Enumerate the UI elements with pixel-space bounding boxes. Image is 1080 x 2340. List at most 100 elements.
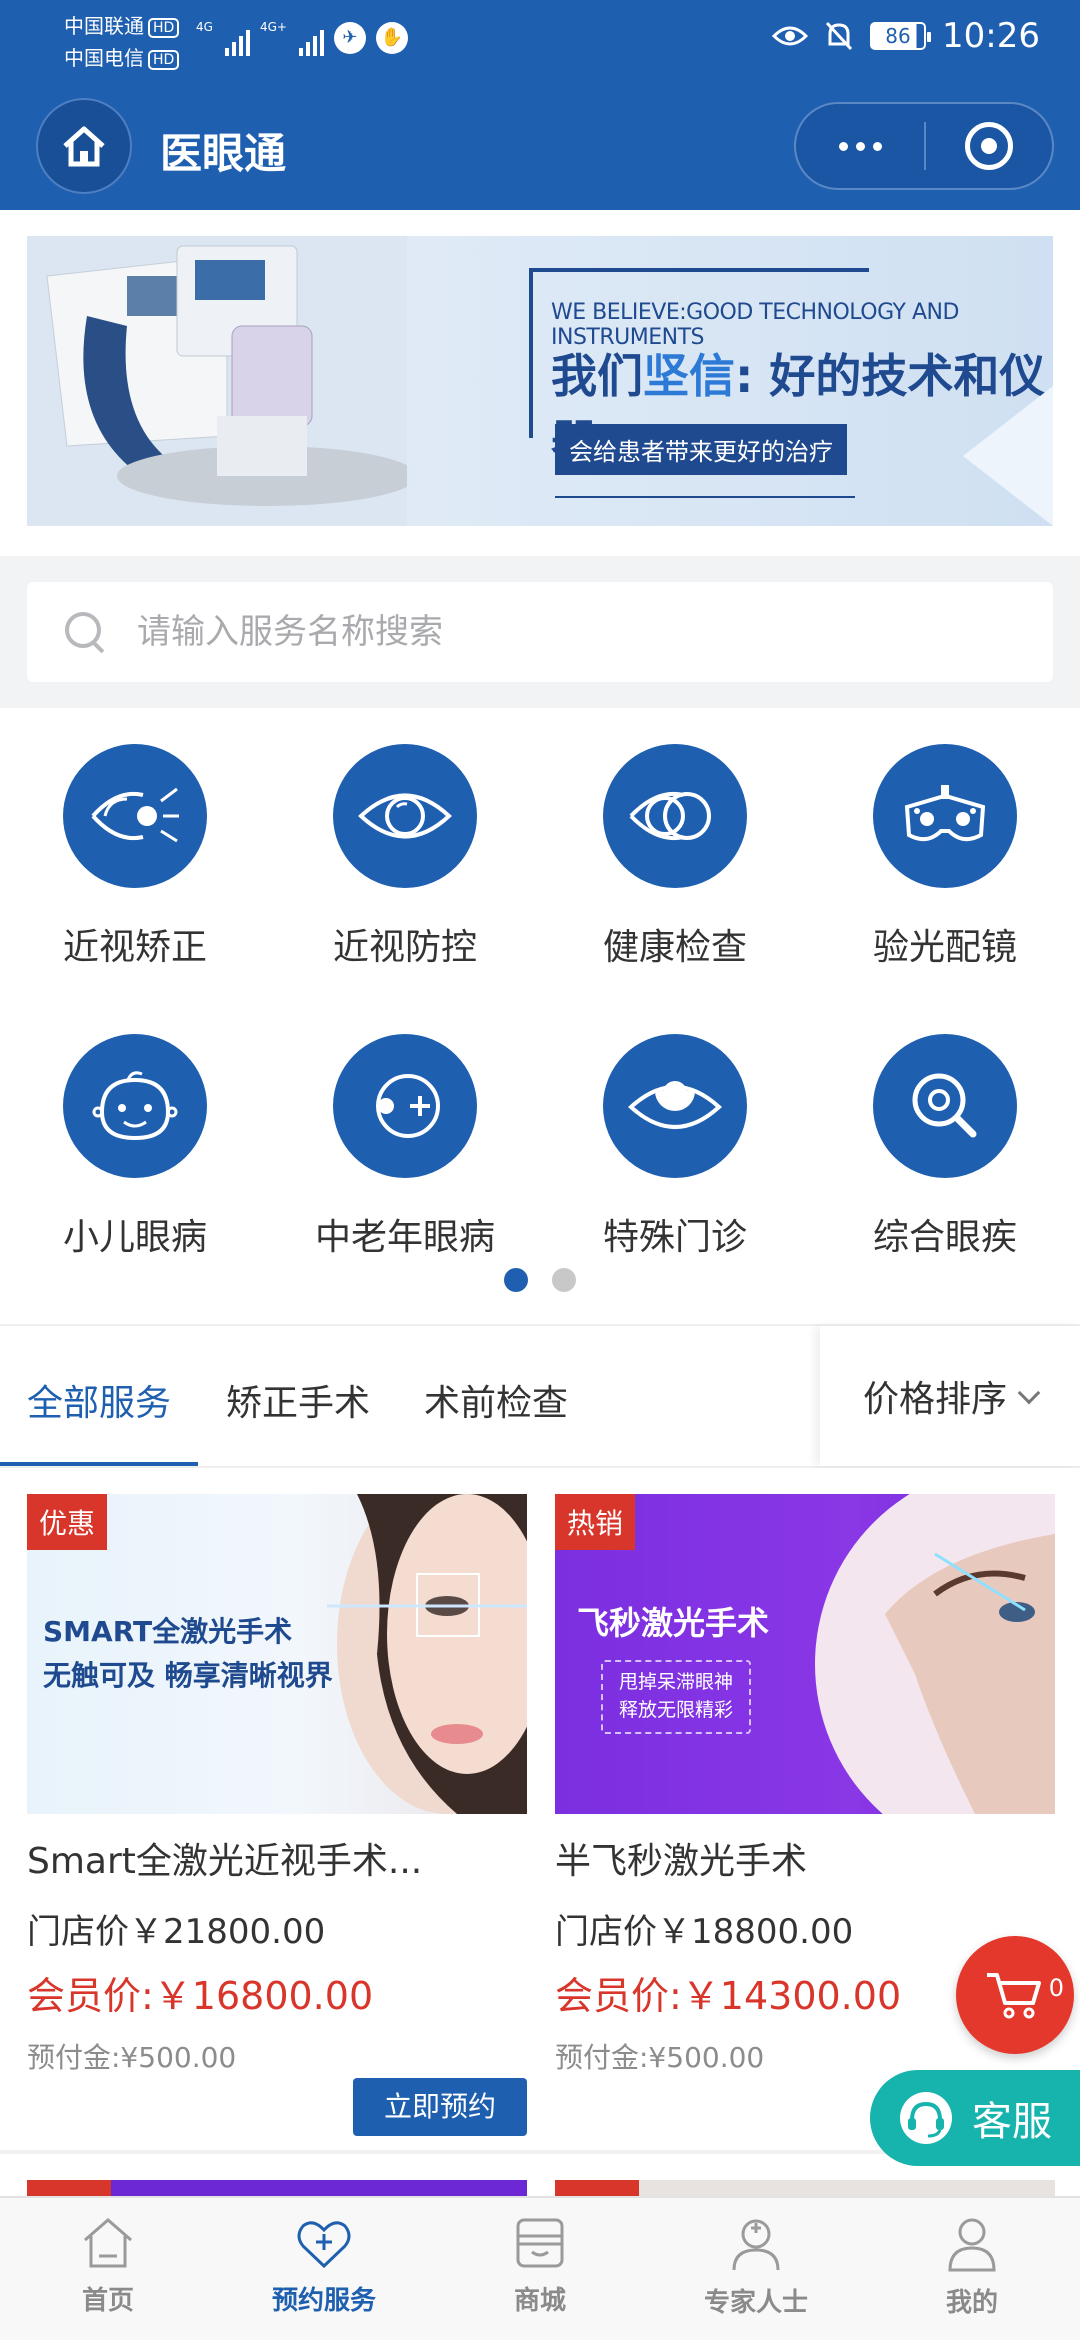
nav-bar: 医眼通 — [0, 82, 1080, 210]
page-title: 医眼通 — [160, 129, 287, 178]
home-button[interactable] — [36, 98, 132, 194]
tab-label: 预约服务 — [271, 2286, 376, 2316]
cart-count: 0 — [1048, 1974, 1064, 2002]
book-now-button[interactable]: 立即预约 — [353, 2078, 527, 2136]
category-label: 近视矫正 — [62, 927, 207, 968]
status-bar: 中国联通 HD 中国电信 HD 4G 4G+ ✈ ✋ 86 10:26 — [0, 0, 1080, 82]
product-image: 飞秒激光手术 甩掉呆滞眼神 释放无限精彩 热销 — [555, 1494, 1055, 1814]
customer-service-button[interactable]: 客服 — [870, 2070, 1080, 2166]
product-name: Smart全激光近视手术... — [27, 1841, 423, 1882]
search-input[interactable] — [137, 612, 937, 652]
phoropter-icon — [873, 744, 1017, 888]
battery-icon: 86 — [870, 22, 932, 50]
close-miniprogram-button[interactable] — [926, 122, 1052, 170]
deposit-amount: 预付金:¥500.00 — [27, 2041, 237, 2074]
banner-decoration — [963, 386, 1053, 526]
tab-mine[interactable]: 我的 — [864, 2198, 1080, 2340]
magnifier-eye-icon — [873, 1034, 1017, 1178]
active-tab-indicator — [0, 1462, 198, 1466]
category-myopia-correction[interactable]: 近视矫正 — [35, 744, 235, 970]
price-sort-dropdown[interactable]: 价格排序 — [820, 1326, 1080, 1466]
tab-label: 商城 — [513, 2286, 566, 2316]
eye-icon — [333, 744, 477, 888]
tab-label: 我的 — [945, 2288, 998, 2318]
system-status: 86 10:26 — [772, 16, 1040, 56]
tab-experts[interactable]: 专家人士 — [648, 2198, 864, 2340]
shop-icon — [516, 2218, 564, 2268]
child-face-icon — [63, 1034, 207, 1178]
tab-label: 专家人士 — [703, 2288, 808, 2318]
signal-icon — [224, 30, 250, 56]
eye-comfort-icon — [772, 26, 809, 46]
product-image-caption: 飞秒激光手术 — [577, 1604, 770, 1642]
page-dot-active[interactable] — [504, 1268, 528, 1292]
slogan-line: 甩掉呆滞眼神 — [618, 1671, 733, 1693]
target-icon — [965, 122, 1013, 170]
user-icon — [948, 2218, 996, 2272]
open-eye-icon — [603, 1034, 747, 1178]
category-myopia-prevention[interactable]: 近视防控 — [305, 744, 505, 970]
network-type-2: 4G+ — [259, 20, 287, 34]
hd-badge: HD — [148, 49, 180, 70]
cart-button[interactable]: 0 — [956, 1936, 1074, 2054]
banner-underline — [555, 496, 855, 498]
category-child-eye[interactable]: 小儿眼病 — [35, 1034, 235, 1260]
category-label: 特殊门诊 — [602, 1217, 747, 1258]
category-label: 验光配镜 — [872, 927, 1017, 968]
category-special-clinic[interactable]: 特殊门诊 — [575, 1034, 775, 1260]
member-price: 会员价:￥16800.00 — [27, 1974, 374, 2018]
tab-all-services[interactable]: 全部服务 — [27, 1374, 171, 1426]
category-label: 健康检查 — [602, 927, 747, 968]
bottom-tab-bar: 首页 预约服务 商城 专家人士 我的 — [0, 2196, 1080, 2340]
product-name: 半飞秒激光手术 — [555, 1841, 808, 1882]
product-image-caption: 无触可及 畅享清晰视界 — [43, 1659, 333, 1692]
more-button[interactable] — [796, 141, 924, 151]
hd-badge: HD — [148, 17, 180, 38]
banner-headline-accent: 坚信 — [643, 349, 735, 403]
banner-headline-pre: 我们 — [551, 349, 643, 403]
category-health-check[interactable]: 健康检查 — [575, 744, 775, 970]
tab-home[interactable]: 首页 — [0, 2198, 216, 2340]
hand-app-icon: ✋ — [375, 22, 408, 54]
network-type-1: 4G — [196, 20, 213, 34]
carrier-1: 中国联通 — [64, 14, 144, 38]
carrier-2: 中国电信 — [64, 46, 144, 70]
app-page: 中国联通HD 中国电信HD 4G 4G+ ✈ ✋ 86 10:26 医眼通 — [0, 0, 1080, 2340]
eye-plus-icon — [333, 1034, 477, 1178]
tab-appointment[interactable]: 预约服务 — [216, 2198, 432, 2340]
category-label: 小儿眼病 — [62, 1217, 207, 1258]
miniprogram-capsule — [794, 102, 1054, 190]
category-label: 综合眼疾 — [872, 1217, 1017, 1258]
category-grid: 近视矫正 近视防控 健康检查 验光配镜 小儿眼病 中老年眼病 特殊门诊 综合眼疾 — [0, 708, 1080, 1324]
search-icon — [63, 610, 107, 654]
carousel-indicator — [0, 1268, 1080, 1292]
store-price: 门店价￥21800.00 — [27, 1912, 326, 1952]
product-image-slogan: 甩掉呆滞眼神 释放无限精彩 — [601, 1660, 751, 1734]
headset-icon — [900, 2092, 952, 2144]
promo-banner[interactable]: WE BELIEVE:GOOD TECHNOLOGY AND INSTRUMEN… — [27, 236, 1053, 526]
double-eye-icon — [603, 744, 747, 888]
search-box[interactable] — [27, 582, 1053, 682]
category-label: 中老年眼病 — [314, 1217, 495, 1258]
appointment-icon — [297, 2221, 351, 2269]
cart-icon — [987, 1973, 1041, 2019]
home-icon — [84, 2218, 132, 2268]
product-image-caption: SMART全激光手术 — [43, 1615, 293, 1648]
category-general-eye[interactable]: 综合眼疾 — [845, 1034, 1045, 1260]
category-elderly-eye[interactable]: 中老年眼病 — [305, 1034, 505, 1260]
tab-preop-exam[interactable]: 术前检查 — [424, 1374, 568, 1426]
page-dot[interactable] — [552, 1268, 576, 1292]
tab-shop[interactable]: 商城 — [432, 2198, 648, 2340]
category-optometry-glasses[interactable]: 验光配镜 — [845, 744, 1045, 970]
signal-icon — [298, 30, 324, 56]
product-card[interactable]: SMART全激光手术 无触可及 畅享清晰视界 优惠 Smart全激光近视手术..… — [27, 1494, 527, 2136]
service-label: 客服 — [972, 2099, 1052, 2145]
home-icon — [63, 126, 105, 167]
banner-subtitle: 会给患者带来更好的治疗 — [555, 424, 847, 475]
chevron-down-icon — [1017, 1381, 1041, 1405]
carrier-info: 中国联通 HD 中国电信 HD — [64, 10, 180, 74]
tab-correction-surgery[interactable]: 矫正手术 — [226, 1374, 370, 1426]
signal-indicators: 4G 4G+ ✈ ✋ — [196, 20, 408, 56]
store-price: 门店价￥18800.00 — [555, 1912, 854, 1952]
tab-label: 首页 — [81, 2286, 134, 2316]
